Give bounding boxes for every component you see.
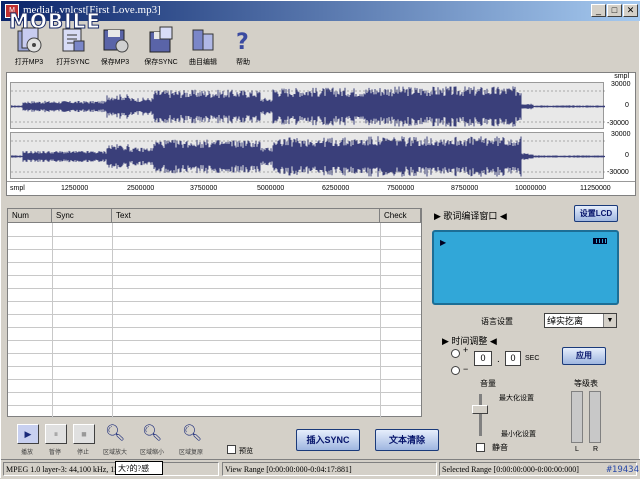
left-channel-label: L xyxy=(575,446,579,453)
volume-slider-thumb[interactable] xyxy=(472,405,488,414)
ruler-tick: 10000000 xyxy=(515,185,547,192)
status-view-range: View Range [0:00:00:000-0:04:17:881] xyxy=(222,462,437,476)
clear-text-button[interactable]: 文本清除 xyxy=(375,429,439,451)
waveform-left-graph xyxy=(10,86,605,127)
ruler-tick: 11250000 xyxy=(580,185,611,192)
open-mp3-icon xyxy=(17,27,42,53)
waveform-trace xyxy=(10,86,605,127)
set-lcd-button[interactable]: 设置LCD xyxy=(574,205,618,222)
min-setting-label: 最小化设置 xyxy=(501,431,536,438)
mute-label: 静音 xyxy=(492,443,508,452)
scale-bottom-1: -30000 xyxy=(607,120,629,127)
level-meter-left xyxy=(571,391,583,443)
insert-sync-button[interactable]: 插入SYNC xyxy=(296,429,360,451)
apply-button[interactable]: 应用 xyxy=(562,347,606,365)
waveform-trace xyxy=(10,136,605,177)
ruler-tick: smpl xyxy=(10,185,25,192)
seconds-input[interactable]: 0 xyxy=(474,351,492,366)
lyrics-table[interactable]: Num Sync Text Check xyxy=(7,208,422,418)
save-sync-icon xyxy=(149,26,173,53)
ruler-tick: 5000000 xyxy=(257,185,285,192)
max-setting-label: 最大化设置 xyxy=(499,395,534,402)
open-sync-icon xyxy=(62,28,85,52)
wave-unit-top: smpl xyxy=(614,73,629,80)
stop-button[interactable]: ■ xyxy=(73,424,95,444)
time-adjust-title: ▶ 时间调整 ◀ xyxy=(442,336,497,346)
decimal-dot: . xyxy=(497,354,500,365)
preview-label: 预览 xyxy=(239,448,253,455)
svg-text:?: ? xyxy=(236,30,249,55)
fraction-input[interactable]: 0 xyxy=(505,351,521,366)
mute-checkbox[interactable] xyxy=(476,443,485,452)
open-sync-button[interactable]: 打开SYNC xyxy=(53,23,93,69)
status-format: MPEG 1.0 layer-3: 44,100 kHz, 128 Kbps; xyxy=(3,462,219,476)
save-sync-button[interactable]: 保存SYNC xyxy=(141,23,181,69)
ruler-tick: 8750000 xyxy=(451,185,479,192)
ruler-tick: 7500000 xyxy=(387,185,415,192)
ruler-tick: 3750000 xyxy=(190,185,218,192)
ruler-tick: 1250000 xyxy=(61,185,89,192)
help-icon: ? xyxy=(236,30,249,55)
app-window: M mediaL.vnlcst[First Love.mp3] _ □ ✕ MO… xyxy=(0,0,640,479)
play-button[interactable]: ▶ xyxy=(17,424,39,444)
scale-zero-1: 0 xyxy=(625,102,629,109)
song-edit-button[interactable]: 曲目编辑 xyxy=(183,23,223,69)
close-button[interactable]: ✕ xyxy=(623,4,638,17)
col-header-sync[interactable]: Sync xyxy=(52,209,112,223)
language-label: 语言设置 xyxy=(481,317,513,326)
lyric-window-title: ▶ 歌词编译窗口 ◀ xyxy=(434,211,507,221)
level-label: 等级表 xyxy=(574,379,598,388)
waveform-channel-right[interactable] xyxy=(10,132,605,179)
minimize-button[interactable]: _ xyxy=(591,4,606,17)
id-badge: #19434 xyxy=(606,465,639,475)
save-mp3-button[interactable]: 保存MP3 xyxy=(95,23,135,69)
waveform-channel-left[interactable] xyxy=(10,82,605,129)
scale-top-1: 30000 xyxy=(611,81,631,88)
plus-label: + xyxy=(463,345,469,355)
battery-icon xyxy=(593,238,607,244)
minus-radio[interactable] xyxy=(451,366,460,375)
lcd-play-icon: ▶ xyxy=(440,238,447,247)
waveform-panel[interactable]: smpl 30000 0 -30000 30000 0 -30000 smpl … xyxy=(6,72,636,196)
maximize-button[interactable]: □ xyxy=(607,4,622,17)
lcd-preview: ▶ xyxy=(432,230,619,305)
toolbar: 打开MP3 打开SYNC 保存MP3 保存SYNC 曲目编辑 ? 帮助 xyxy=(5,23,637,69)
ruler-tick: 6250000 xyxy=(322,185,350,192)
song-edit-icon xyxy=(192,29,214,51)
scale-top-2: 30000 xyxy=(611,131,631,138)
help-button[interactable]: ? 帮助 xyxy=(223,23,263,69)
preview-checkbox[interactable] xyxy=(227,445,236,454)
pause-button[interactable]: ⏸ xyxy=(45,424,67,444)
zoom-out-icon[interactable]: 🔍︎ xyxy=(142,423,162,443)
sec-label: SEC xyxy=(525,355,540,362)
chevron-down-icon[interactable]: ▼ xyxy=(603,314,616,327)
zoom-reset-icon[interactable]: 🔍︎ xyxy=(182,423,202,443)
open-mp3-button[interactable]: 打开MP3 xyxy=(9,23,49,69)
right-channel-label: R xyxy=(593,446,599,453)
playback-controls: ▶ ⏸ ■ 播放 暂停 停止 🔍︎ 🔍︎ 🔍︎ 区域放大 区域缩小 区域复原 xyxy=(9,421,221,457)
minus-label: − xyxy=(463,364,469,374)
plus-radio[interactable] xyxy=(451,349,460,358)
col-header-num[interactable]: Num xyxy=(8,209,52,223)
scale-bottom-2: -30000 xyxy=(607,169,629,176)
status-tooltip: 大?的?感 xyxy=(115,461,163,475)
col-header-text[interactable]: Text xyxy=(112,209,380,223)
col-header-check[interactable]: Check xyxy=(380,209,421,223)
scale-zero-2: 0 xyxy=(625,152,629,159)
save-mp3-icon xyxy=(103,29,129,53)
time-ruler: smpl 1250000 2500000 3750000 5000000 625… xyxy=(7,181,635,195)
ruler-tick: 2500000 xyxy=(127,185,155,192)
status-bar: MPEG 1.0 layer-3: 44,100 kHz, 128 Kbps; … xyxy=(1,459,640,479)
level-meter-right xyxy=(589,391,601,443)
waveform-right-graph xyxy=(10,136,605,177)
zoom-in-icon[interactable]: 🔍︎ xyxy=(105,423,125,443)
language-select[interactable]: 绰实扢离 ▼ xyxy=(544,313,617,328)
volume-track xyxy=(479,394,482,436)
volume-label: 音量 xyxy=(480,379,496,388)
